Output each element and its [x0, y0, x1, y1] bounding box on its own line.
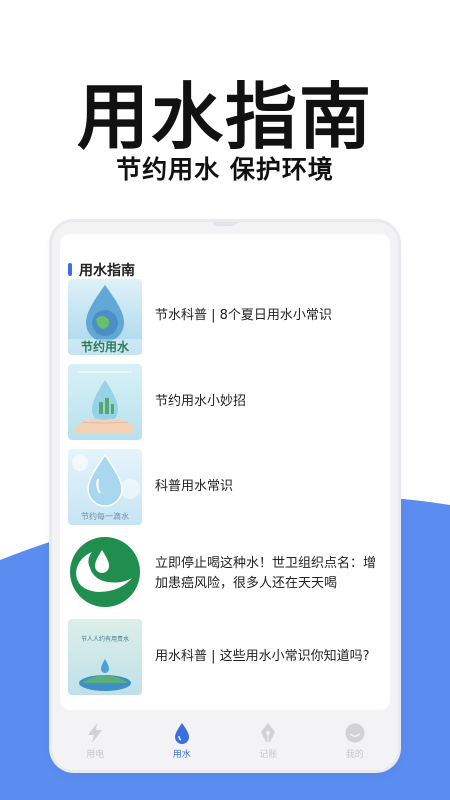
- green-water-logo-icon: [68, 534, 142, 610]
- tab-mine[interactable]: 我的: [312, 712, 399, 770]
- article-thumbnail: 节约用水: [68, 279, 142, 355]
- water-drop-icon: 节约每一滴水: [68, 449, 142, 525]
- article-title: 节水科普 | 8个夏日用水小常识: [155, 308, 332, 323]
- thumb-caption: 节约用水: [81, 339, 130, 354]
- phone-mockup: 用水指南 节约用水 节水科普 | 8个夏日用水小常识 节约用水小妙招 节约每一滴…: [52, 222, 398, 770]
- tab-label: 我的: [345, 750, 364, 760]
- article-thumbnail: [68, 534, 142, 610]
- section-title: 用水指南: [79, 263, 135, 279]
- earth-water-drop-icon: 节约用水: [68, 279, 142, 355]
- hero-subtitle: 节约用水 保护环境: [116, 155, 334, 184]
- tab-bookkeeping[interactable]: 记账: [225, 712, 312, 770]
- pen-nib-icon: [261, 723, 276, 742]
- article-item[interactable]: 节人人约有用责水 用水科普 | 这些用水小常识你知道吗?: [60, 619, 384, 697]
- article-thumbnail: 节人人约有用责水: [68, 619, 142, 695]
- tab-electricity[interactable]: 用电: [52, 712, 139, 770]
- article-item[interactable]: 节约用水小妙招: [60, 364, 384, 442]
- article-title: 科普用水常识: [155, 479, 234, 494]
- article-title: 立即停止喝这种水！世卫组织点名：增加患癌风险，很多人还在天天喝: [155, 556, 377, 591]
- lightning-icon: [88, 723, 103, 743]
- article-item[interactable]: 立即停止喝这种水！世卫组织点名：增加患癌风险，很多人还在天天喝: [60, 534, 384, 612]
- article-item[interactable]: 节约用水 节水科普 | 8个夏日用水小常识: [60, 279, 384, 357]
- article-title: 用水科普 | 这些用水小常识你知道吗?: [155, 649, 370, 664]
- article-item[interactable]: 节约每一滴水 科普用水常识: [60, 449, 384, 527]
- article-title: 节约用水小妙招: [155, 394, 247, 409]
- bottom-tab-bar: 用电 用水 记账 我的: [52, 712, 398, 770]
- hands-water-drop-icon: [68, 364, 142, 440]
- globe-water-icon: 节人人约有用责水: [68, 619, 142, 695]
- tab-label: 用电: [86, 750, 105, 760]
- hero-title: 用水指南: [76, 75, 373, 159]
- tab-label: 记账: [259, 750, 278, 760]
- tab-water[interactable]: 用水: [139, 712, 226, 770]
- thumb-caption: 节人人约有用责水: [81, 635, 129, 643]
- phone-notch: [212, 222, 238, 226]
- water-drop-icon: [174, 723, 189, 744]
- thumb-caption: 节约每一滴水: [81, 511, 129, 521]
- section-accent-bar: [68, 263, 72, 276]
- article-thumbnail: 节约每一滴水: [68, 449, 142, 525]
- tab-label: 用水: [172, 750, 191, 760]
- article-thumbnail: [68, 364, 142, 440]
- smiley-face-icon: [345, 723, 365, 743]
